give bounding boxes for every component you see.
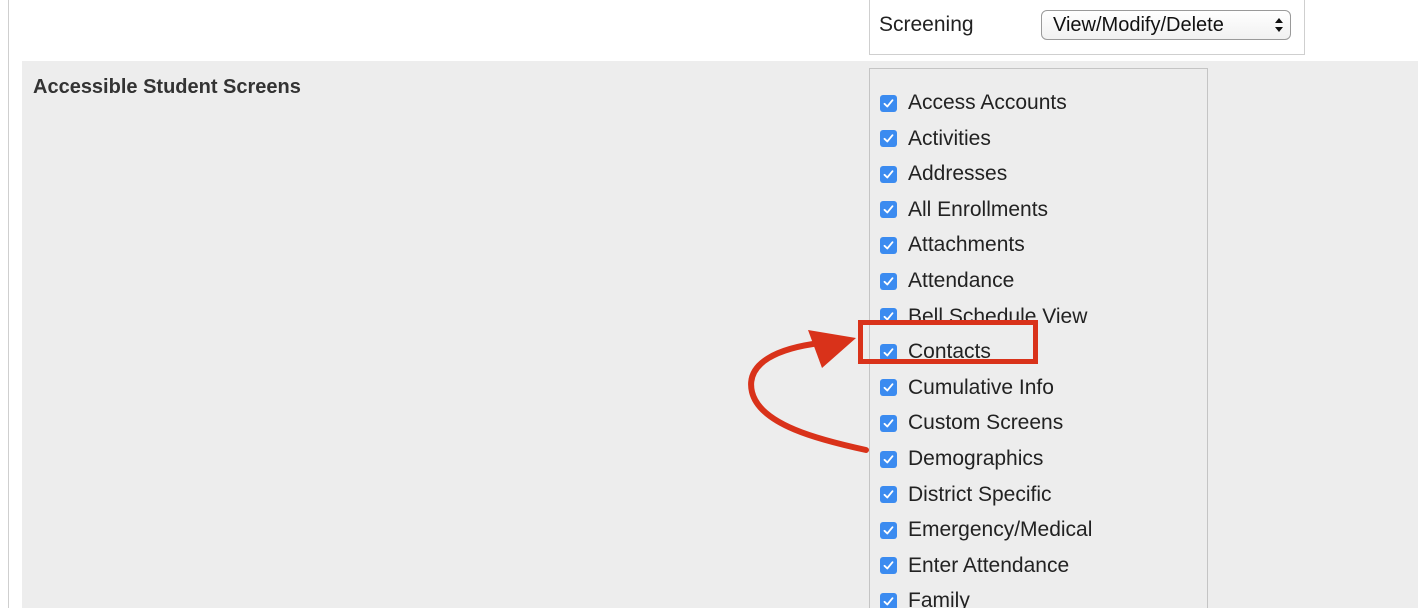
screening-cell: Screening View/Modify/Delete bbox=[869, 0, 1305, 55]
screen-item[interactable]: Cumulative Info bbox=[880, 371, 1054, 405]
screen-item[interactable]: Attendance bbox=[880, 264, 1014, 298]
screen-item[interactable]: Access Accounts bbox=[880, 86, 1067, 120]
screen-item[interactable]: District Specific bbox=[880, 478, 1052, 512]
checkbox-checked-icon[interactable] bbox=[880, 272, 897, 290]
checkbox-checked-icon[interactable] bbox=[880, 414, 897, 432]
screen-item-label: Addresses bbox=[908, 162, 1008, 186]
screen-item-label: Enter Attendance bbox=[908, 553, 1070, 577]
checkbox-checked-icon[interactable] bbox=[880, 201, 897, 219]
accessible-screens-title: Accessible Student Screens bbox=[33, 76, 301, 98]
checkbox-checked-icon[interactable] bbox=[880, 130, 897, 148]
screening-row: Screening View/Modify/Delete bbox=[0, 0, 1418, 60]
screen-item-label: Emergency/Medical bbox=[908, 518, 1093, 542]
screening-select-value: View/Modify/Delete bbox=[1053, 14, 1224, 36]
select-arrows-icon bbox=[1275, 18, 1283, 32]
screen-item[interactable]: Family bbox=[880, 584, 970, 608]
screening-label: Screening bbox=[879, 13, 974, 36]
screen-item[interactable]: Attachments bbox=[880, 228, 1025, 262]
left-border bbox=[8, 0, 9, 608]
screening-select[interactable]: View/Modify/Delete bbox=[1041, 10, 1291, 40]
highlight-box-contacts bbox=[858, 320, 1038, 364]
permissions-page: Screening View/Modify/Delete Accessible … bbox=[0, 0, 1418, 608]
screen-item-label: Attendance bbox=[908, 269, 1015, 292]
screen-item[interactable]: Addresses bbox=[880, 157, 1007, 191]
screen-item-label: Access Accounts bbox=[908, 91, 1067, 114]
screen-item[interactable]: Custom Screens bbox=[880, 406, 1063, 440]
screen-item-label: Custom Screens bbox=[908, 411, 1064, 435]
screen-item-label: Demographics bbox=[908, 447, 1044, 470]
checkbox-checked-icon[interactable] bbox=[880, 450, 897, 468]
screen-item[interactable]: Demographics bbox=[880, 442, 1043, 476]
checkbox-checked-icon[interactable] bbox=[880, 379, 897, 397]
screen-item[interactable]: Emergency/Medical bbox=[880, 513, 1092, 547]
screen-item[interactable]: Enter Attendance bbox=[880, 549, 1069, 583]
checkbox-checked-icon[interactable] bbox=[880, 94, 897, 112]
accessible-screens-row: Accessible Student Screens Access Accoun… bbox=[22, 61, 1418, 608]
screen-item-label: Cumulative Info bbox=[908, 375, 1054, 399]
screen-item-label: Family bbox=[908, 589, 970, 608]
screen-item-label: District Specific bbox=[908, 482, 1052, 506]
checkbox-checked-icon[interactable] bbox=[880, 165, 897, 183]
checkbox-checked-icon[interactable] bbox=[880, 557, 897, 575]
screen-item[interactable]: All Enrollments bbox=[880, 193, 1048, 227]
screen-item-label: Attachments bbox=[908, 233, 1025, 257]
checkbox-checked-icon[interactable] bbox=[880, 592, 897, 608]
checkbox-checked-icon[interactable] bbox=[880, 236, 897, 254]
checkbox-checked-icon[interactable] bbox=[880, 486, 897, 504]
checkbox-checked-icon[interactable] bbox=[880, 521, 897, 539]
screen-item-label: All Enrollments bbox=[908, 197, 1049, 221]
screen-item[interactable]: Activities bbox=[880, 122, 991, 156]
screen-item-label: Activities bbox=[908, 126, 991, 150]
